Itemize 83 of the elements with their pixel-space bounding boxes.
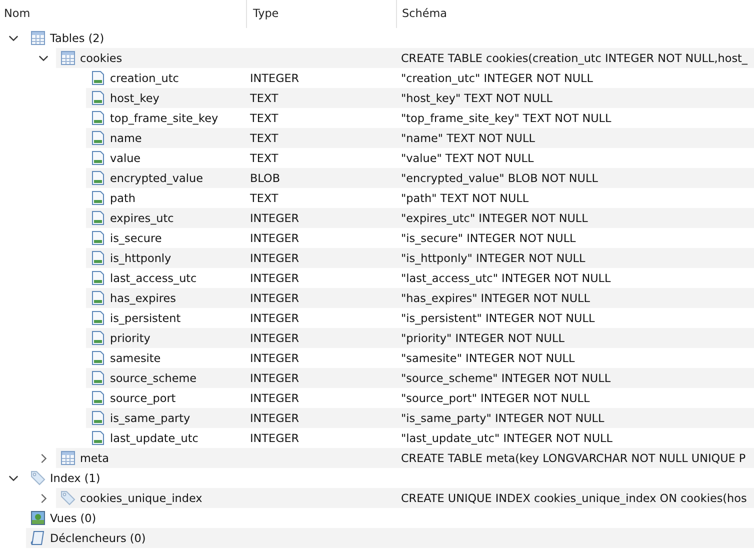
column-name[interactable]: last_access_utc <box>110 272 197 284</box>
type-cell: INTEGER <box>250 392 300 404</box>
schema-cell: "last_update_utc" INTEGER NOT NULL <box>401 432 612 444</box>
document-icon <box>90 350 106 366</box>
column-name[interactable]: value <box>110 152 141 164</box>
column-header[interactable]: Nom <box>0 0 247 28</box>
type-cell: TEXT <box>250 152 278 164</box>
column-name[interactable]: priority <box>110 332 150 344</box>
type-cell: INTEGER <box>250 292 300 304</box>
schema-cell: "top_frame_site_key" TEXT NOT NULL <box>401 112 612 124</box>
type-cell: INTEGER <box>250 72 300 84</box>
schema-cell: CREATE TABLE meta(key LONGVARCHAR NOT NULL UNIQUE P <box>401 452 746 464</box>
document-icon <box>90 110 106 126</box>
type-cell: TEXT <box>250 192 278 204</box>
column-name[interactable]: source_scheme <box>110 372 196 384</box>
schema-cell: "expires_utc" INTEGER NOT NULL <box>401 212 588 224</box>
document-icon <box>90 310 106 326</box>
schema-cell: "value" TEXT NOT NULL <box>401 152 534 164</box>
table-name[interactable]: meta <box>80 452 110 464</box>
column-name[interactable]: samesite <box>110 352 161 364</box>
document-icon <box>90 270 106 286</box>
type-cell: TEXT <box>250 112 278 124</box>
column-name[interactable]: has_expires <box>110 292 176 304</box>
column-name[interactable]: source_port <box>110 392 176 404</box>
type-cell: BLOB <box>250 172 280 184</box>
index-name[interactable]: cookies_unique_index <box>80 492 202 504</box>
tree-item[interactable]: Déclencheurs (0) <box>50 532 146 544</box>
document-icon <box>90 70 106 86</box>
schema-cell: CREATE UNIQUE INDEX cookies_unique_index ON cookies(hos <box>401 492 747 504</box>
type-cell: INTEGER <box>250 352 300 364</box>
column-name[interactable]: name <box>110 132 142 144</box>
document-icon <box>90 150 106 166</box>
tag-icon <box>30 470 46 486</box>
type-cell: INTEGER <box>250 332 300 344</box>
tree-item[interactable]: Vues (0) <box>50 512 96 524</box>
document-icon <box>90 230 106 246</box>
schema-cell: "path" TEXT NOT NULL <box>401 192 529 204</box>
schema-cell: "source_port" INTEGER NOT NULL <box>401 392 590 404</box>
column-name[interactable]: encrypted_value <box>110 172 203 184</box>
column-name[interactable]: is_secure <box>110 232 162 244</box>
column-name[interactable]: path <box>110 192 136 204</box>
schema-cell: "creation_utc" INTEGER NOT NULL <box>401 72 593 84</box>
schema-cell: "is_secure" INTEGER NOT NULL <box>401 232 576 244</box>
schema-cell: "encrypted_value" BLOB NOT NULL <box>401 172 598 184</box>
column-name[interactable]: is_httponly <box>110 252 172 264</box>
type-cell: TEXT <box>250 92 278 104</box>
column-header[interactable]: Type <box>247 0 397 28</box>
picture-icon <box>30 510 46 526</box>
document-icon <box>90 430 106 446</box>
schema-cell: "is_same_party" INTEGER NOT NULL <box>401 412 604 424</box>
column-name[interactable]: is_persistent <box>110 312 181 324</box>
schema-cell: "host_key" TEXT NOT NULL <box>401 92 553 104</box>
schema-cell: "is_httponly" INTEGER NOT NULL <box>401 252 586 264</box>
column-name[interactable]: creation_utc <box>110 72 179 84</box>
table-icon <box>30 30 46 46</box>
column-name[interactable]: top_frame_site_key <box>110 112 218 124</box>
tree-item[interactable]: Tables (2) <box>50 32 104 44</box>
type-cell: INTEGER <box>250 432 300 444</box>
type-cell: INTEGER <box>250 372 300 384</box>
tree-item[interactable]: Index (1) <box>50 472 100 484</box>
table-name[interactable]: cookies <box>80 52 122 64</box>
schema-cell: "source_scheme" INTEGER NOT NULL <box>401 372 611 384</box>
schema-cell: "last_access_utc" INTEGER NOT NULL <box>401 272 611 284</box>
type-cell: INTEGER <box>250 232 300 244</box>
document-icon <box>90 190 106 206</box>
type-cell: INTEGER <box>250 312 300 324</box>
schema-cell: "priority" INTEGER NOT NULL <box>401 332 564 344</box>
type-cell: INTEGER <box>250 212 300 224</box>
column-name[interactable]: last_update_utc <box>110 432 198 444</box>
schema-cell: "samesite" INTEGER NOT NULL <box>401 352 575 364</box>
type-cell: INTEGER <box>250 272 300 284</box>
schema-cell: "has_expires" INTEGER NOT NULL <box>401 292 590 304</box>
column-name[interactable]: expires_utc <box>110 212 174 224</box>
type-cell: INTEGER <box>250 412 300 424</box>
schema-cell: CREATE TABLE cookies(creation_utc INTEGER NOT NULL,host_ <box>401 52 748 64</box>
column-header[interactable]: Schéma <box>397 0 754 28</box>
type-cell: TEXT <box>250 132 278 144</box>
document-icon <box>90 390 106 406</box>
column-name[interactable]: is_same_party <box>110 412 190 424</box>
column-name[interactable]: host_key <box>110 92 160 104</box>
schema-cell: "is_persistent" INTEGER NOT NULL <box>401 312 595 324</box>
schema-cell: "name" TEXT NOT NULL <box>401 132 535 144</box>
type-cell: INTEGER <box>250 252 300 264</box>
